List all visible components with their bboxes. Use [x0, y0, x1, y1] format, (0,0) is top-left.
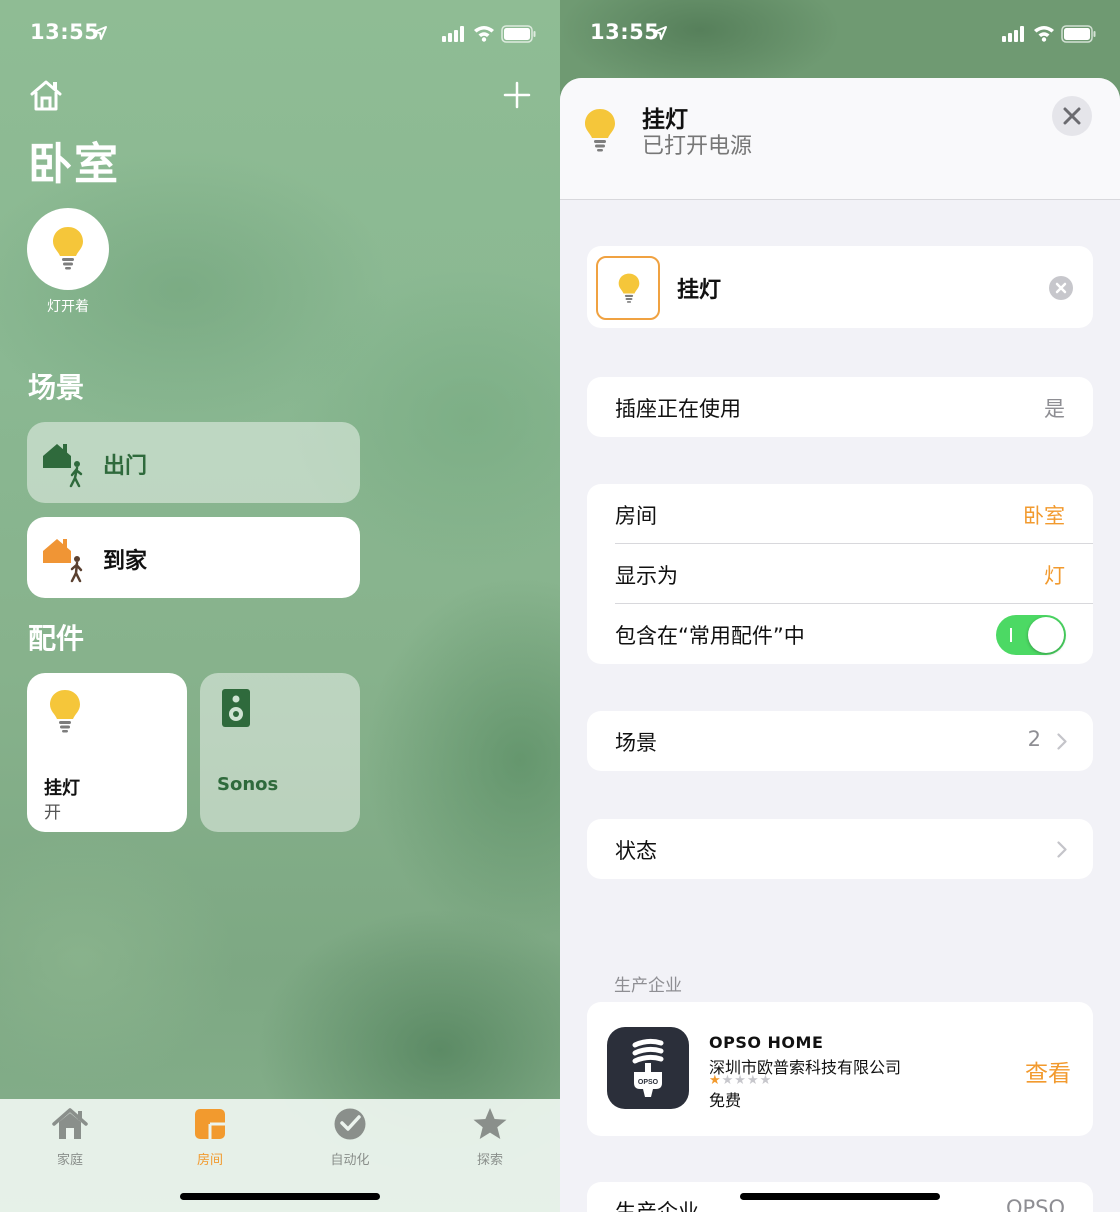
speaker-icon — [222, 689, 250, 733]
leave-home-icon — [41, 440, 91, 494]
cellular-signal-icon — [1002, 26, 1028, 46]
sheet-header: 挂灯 已打开电源 — [560, 78, 1120, 200]
close-button[interactable] — [1052, 96, 1092, 136]
opso-app-icon[interactable]: OPSO — [607, 1027, 689, 1109]
battery-icon — [501, 25, 537, 47]
chevron-right-icon — [1057, 841, 1067, 862]
row-value: 是 — [1044, 397, 1065, 421]
lightbulb-icon — [49, 689, 81, 737]
status-bar: 13:55 — [560, 18, 1120, 50]
scenes-row[interactable]: 场景 2 — [587, 711, 1093, 771]
accessory-power-status: 已打开电源 — [642, 134, 753, 159]
row-value: 灯 — [1044, 564, 1065, 588]
favorites-row: 包含在“常用配件”中 — [587, 604, 1093, 664]
home-indicator[interactable] — [740, 1193, 940, 1200]
star-empty-icon: ★★★★ — [721, 1073, 773, 1088]
status-time: 13:55 — [590, 20, 660, 44]
app-price: 免费 — [709, 1091, 742, 1110]
row-label: 生产企业 — [615, 1200, 699, 1212]
add-button[interactable] — [502, 80, 532, 114]
scene-label: 出门 — [103, 454, 148, 479]
scenes-card: 场景 2 — [587, 711, 1093, 771]
wifi-icon — [473, 24, 495, 46]
clock-check-icon — [310, 1107, 390, 1145]
row-label: 场景 — [615, 731, 657, 755]
view-app-button[interactable]: 查看 — [1025, 1054, 1071, 1088]
status-time: 13:55 — [30, 20, 100, 44]
tab-label: 自动化 — [330, 1153, 370, 1168]
row-label: 状态 — [615, 839, 657, 863]
row-label: 房间 — [615, 504, 657, 528]
chevron-right-icon — [1057, 733, 1067, 754]
tab-label: 探索 — [476, 1153, 503, 1168]
accessory-name-card: 挂灯 — [587, 246, 1093, 328]
accessory-tile-sonos[interactable]: Sonos — [200, 673, 360, 832]
room-row[interactable]: 房间 卧室 — [587, 484, 1093, 544]
display-as-row[interactable]: 显示为 灯 — [587, 544, 1093, 604]
accessory-state: 开 — [44, 803, 61, 823]
lights-status-label: 灯开着 — [47, 299, 89, 315]
scenes-section-title: 场景 — [28, 371, 85, 404]
lightbulb-icon — [618, 273, 640, 303]
close-icon — [1063, 107, 1081, 125]
favorites-toggle[interactable] — [996, 615, 1066, 655]
accessory-name: Sonos — [217, 774, 279, 795]
status-row[interactable]: 状态 — [587, 819, 1093, 879]
status-card: 状态 — [587, 819, 1093, 879]
accessory-name: 挂灯 — [44, 778, 80, 799]
row-value: 2 — [1027, 727, 1041, 751]
tab-label: 家庭 — [56, 1153, 83, 1168]
app-rating-stars: ★★★★★ — [709, 1073, 772, 1088]
home-room-screen: 13:55 卧室 灯开着 场景 出门 到家 配件 挂灯 开 Sonos 家庭 房… — [0, 0, 560, 1212]
accessories-section-title: 配件 — [28, 622, 85, 655]
star-filled-icon: ★ — [709, 1073, 722, 1088]
outlet-in-use-row: 插座正在使用 是 — [587, 377, 1093, 437]
row-value: 卧室 — [1023, 504, 1065, 528]
house-icon — [30, 1107, 110, 1145]
tab-automation[interactable]: 自动化 — [310, 1107, 390, 1168]
status-bar: 13:55 — [0, 18, 560, 50]
accessory-name-field[interactable]: 挂灯 — [677, 272, 721, 304]
room-title: 卧室 — [28, 139, 120, 190]
cellular-signal-icon — [442, 26, 468, 46]
home-indicator[interactable] — [180, 1193, 380, 1200]
home-button[interactable] — [28, 78, 64, 116]
rooms-icon — [170, 1107, 250, 1145]
location-arrow-icon — [652, 25, 668, 45]
row-value: OPSO — [1005, 1196, 1065, 1212]
accessory-settings-sheet: 挂灯 已打开电源 挂灯 插座正在使用 是 房间 卧室 显示为 灯 包含在“常用配… — [560, 78, 1120, 1212]
svg-text:OPSO: OPSO — [638, 1079, 659, 1086]
toggle-knob — [1028, 617, 1064, 653]
battery-icon — [1061, 25, 1097, 47]
lights-status-tile[interactable] — [27, 208, 109, 290]
lightbulb-icon — [52, 226, 84, 274]
toggle-on-mark — [1010, 628, 1012, 642]
tab-discover[interactable]: 探索 — [450, 1107, 530, 1168]
row-label: 显示为 — [615, 564, 678, 588]
accessory-settings-card: 房间 卧室 显示为 灯 包含在“常用配件”中 — [587, 484, 1093, 664]
outlet-in-use-card: 插座正在使用 是 — [587, 377, 1093, 437]
clear-text-icon[interactable] — [1049, 276, 1073, 304]
tab-label: 房间 — [196, 1153, 223, 1168]
tab-home[interactable]: 家庭 — [30, 1107, 110, 1168]
manufacturer-section-title: 生产企业 — [614, 976, 682, 996]
accessory-tile-wall-light[interactable]: 挂灯 开 — [27, 673, 187, 832]
arrive-home-icon — [41, 535, 91, 589]
tab-rooms[interactable]: 房间 — [170, 1107, 250, 1168]
scene-leave-home[interactable]: 出门 — [27, 422, 360, 503]
row-label: 插座正在使用 — [615, 397, 741, 421]
accessory-detail-screen: 13:55 挂灯 已打开电源 挂灯 插座正在使用 是 房间 卧室 显示为 灯 包… — [560, 0, 1120, 1212]
scene-arrive-home[interactable]: 到家 — [27, 517, 360, 598]
wifi-icon — [1033, 24, 1055, 46]
lightbulb-icon — [584, 108, 616, 156]
scene-label: 到家 — [103, 549, 148, 574]
star-icon — [450, 1107, 530, 1145]
app-name: OPSO HOME — [709, 1033, 824, 1052]
row-label: 包含在“常用配件”中 — [615, 624, 805, 648]
location-arrow-icon — [92, 25, 108, 45]
accessory-icon-picker[interactable] — [596, 256, 660, 320]
manufacturer-app-card: OPSO OPSO HOME 深圳市欧普索科技有限公司 ★★★★★ 免费 查看 — [587, 1002, 1093, 1136]
